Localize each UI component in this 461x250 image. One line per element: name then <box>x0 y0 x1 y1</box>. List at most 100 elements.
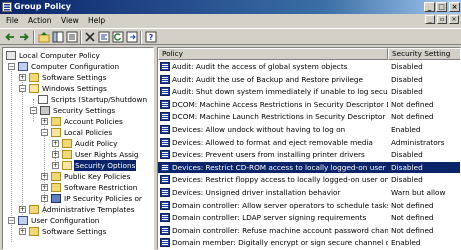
collapse-icon[interactable]: − <box>19 85 26 92</box>
expand-icon[interactable]: + <box>41 195 48 202</box>
maximize-button[interactable]: □ <box>436 2 447 12</box>
folder-open-icon <box>62 161 72 170</box>
table-row[interactable]: Devices: Restrict CD-ROM access to local… <box>158 161 460 173</box>
expand-icon[interactable]: + <box>52 162 59 169</box>
forward-icon[interactable] <box>18 31 30 43</box>
expand-icon[interactable]: + <box>19 74 26 81</box>
tree-label: Security Options <box>74 160 137 171</box>
user-icon <box>18 216 28 225</box>
back-icon[interactable] <box>4 31 16 43</box>
menu-bar: File Action View Help <box>0 14 461 27</box>
tree-label: User Rights Assig <box>75 150 139 159</box>
expand-icon[interactable]: + <box>52 151 59 158</box>
policy-icon <box>160 162 170 172</box>
expand-icon[interactable]: + <box>41 173 48 180</box>
tree-label: User Configuration <box>31 216 100 225</box>
toolbar-separator <box>80 31 82 44</box>
expand-icon[interactable]: + <box>41 118 48 125</box>
close-button[interactable]: × <box>449 2 460 12</box>
show-tree-icon[interactable] <box>52 31 64 43</box>
table-row[interactable]: Devices: Allowed to format and eject rem… <box>158 137 460 148</box>
policy-name: DCOM: Machine Launch Restrictions in Sec… <box>172 112 388 122</box>
mdi-minimize-button[interactable]: _ <box>425 15 435 24</box>
table-row[interactable]: Devices: Restrict floppy access to local… <box>158 174 460 185</box>
policy-list[interactable]: Policy Security Setting Audit: Audit the… <box>157 47 461 250</box>
tree-label: Scripts (Startup/Shutdown <box>51 95 148 104</box>
tree-pane[interactable]: Local Computer Policy − Computer Configu… <box>2 47 154 250</box>
policy-icon <box>160 87 170 97</box>
policy-name: Devices: Prevent users from installing p… <box>172 150 365 160</box>
collapse-icon[interactable]: − <box>8 217 15 224</box>
column-header-policy[interactable]: Policy <box>158 48 388 60</box>
table-row[interactable]: Domain controller: Allow server operator… <box>158 200 460 211</box>
policy-icon <box>160 150 170 160</box>
policy-name: Devices: Restrict floppy access to local… <box>172 175 388 185</box>
table-row[interactable]: DCOM: Machine Launch Restrictions in Sec… <box>158 111 460 122</box>
security-setting: Disabled <box>391 74 423 84</box>
collapse-icon[interactable]: − <box>30 107 37 114</box>
table-row[interactable]: Domain controller: LDAP server signing r… <box>158 212 460 223</box>
minimize-button[interactable]: _ <box>424 2 435 12</box>
table-row[interactable]: Devices: Unsigned driver installation be… <box>158 187 460 198</box>
folder-icon <box>51 172 61 181</box>
policy-name: Domain controller: LDAP server signing r… <box>172 213 367 223</box>
table-row[interactable]: Devices: Prevent users from installing p… <box>158 149 460 160</box>
group-policy-icon <box>2 2 12 12</box>
table-row[interactable]: Audit: Shut down system immediately if u… <box>158 86 460 97</box>
policy-icon <box>160 125 170 134</box>
collapse-icon[interactable]: − <box>8 63 15 70</box>
list-header: Policy Security Setting <box>158 48 460 60</box>
security-setting: Disabled <box>391 175 423 185</box>
policy-name: Audit: Audit the access of global system… <box>172 62 348 71</box>
computer-icon <box>18 62 28 71</box>
table-row[interactable]: Domain controller: Refuse machine accoun… <box>158 225 460 236</box>
title-bar[interactable]: Group Policy _ □ × <box>0 0 461 14</box>
policy-name: Devices: Restrict CD-ROM access to local… <box>172 162 388 172</box>
table-row[interactable]: Devices: Allow undock without having to … <box>158 124 460 135</box>
refresh-icon[interactable] <box>112 31 124 43</box>
table-row[interactable]: DCOM: Machine Access Restrictions in Sec… <box>158 99 460 110</box>
properties-icon[interactable] <box>98 31 110 43</box>
help-icon[interactable]: ? <box>145 31 157 43</box>
export-icon[interactable] <box>126 31 138 43</box>
security-setting: Administrators <box>391 137 445 147</box>
toolbar: ? <box>0 28 461 45</box>
policy-icon <box>160 99 170 109</box>
mdi-restore-button[interactable]: ▫ <box>437 15 447 24</box>
policy-icon <box>160 62 170 71</box>
policy-name: Domain member: Digitally encrypt or sign… <box>172 238 388 248</box>
collapse-icon[interactable]: − <box>41 129 48 136</box>
tree-label: Security Settings <box>53 106 116 115</box>
ipsec-icon <box>51 194 61 203</box>
menu-view[interactable]: View <box>61 15 79 26</box>
export-list-icon[interactable] <box>66 31 78 43</box>
policy-icon <box>160 200 170 210</box>
delete-icon[interactable] <box>84 31 96 43</box>
tree-label: Windows Settings <box>42 84 107 93</box>
menu-help[interactable]: Help <box>88 15 105 26</box>
table-row[interactable]: Audit: Audit the access of global system… <box>158 61 460 72</box>
expand-icon[interactable]: + <box>52 140 59 147</box>
security-setting: Enabled <box>391 238 421 248</box>
column-header-security-setting[interactable]: Security Setting <box>388 48 460 60</box>
mdi-close-button[interactable]: × <box>449 15 459 24</box>
tree-label: Account Policies <box>64 117 123 126</box>
tree-label: Local Computer Policy <box>19 51 100 60</box>
policy-icon <box>160 175 170 185</box>
security-setting: Not defined <box>391 112 434 122</box>
tree-label: Audit Policy <box>75 139 118 148</box>
tree-label: IP Security Policies or <box>64 194 142 203</box>
table-row[interactable]: Domain member: Digitally encrypt or sign… <box>158 237 460 248</box>
up-icon[interactable] <box>38 31 50 43</box>
folder-icon <box>51 117 61 126</box>
menu-action[interactable]: Action <box>28 15 52 26</box>
svg-text:?: ? <box>149 33 154 42</box>
table-row[interactable]: Audit: Audit the use of Backup and Resto… <box>158 74 460 85</box>
expand-icon[interactable]: + <box>41 184 48 191</box>
policy-name: Devices: Allow undock without having to … <box>172 125 346 134</box>
expand-icon[interactable]: + <box>19 206 26 213</box>
menu-file[interactable]: File <box>6 15 19 26</box>
tree-line <box>11 66 12 242</box>
security-setting: Disabled <box>391 150 423 160</box>
expand-icon[interactable]: + <box>19 228 26 235</box>
